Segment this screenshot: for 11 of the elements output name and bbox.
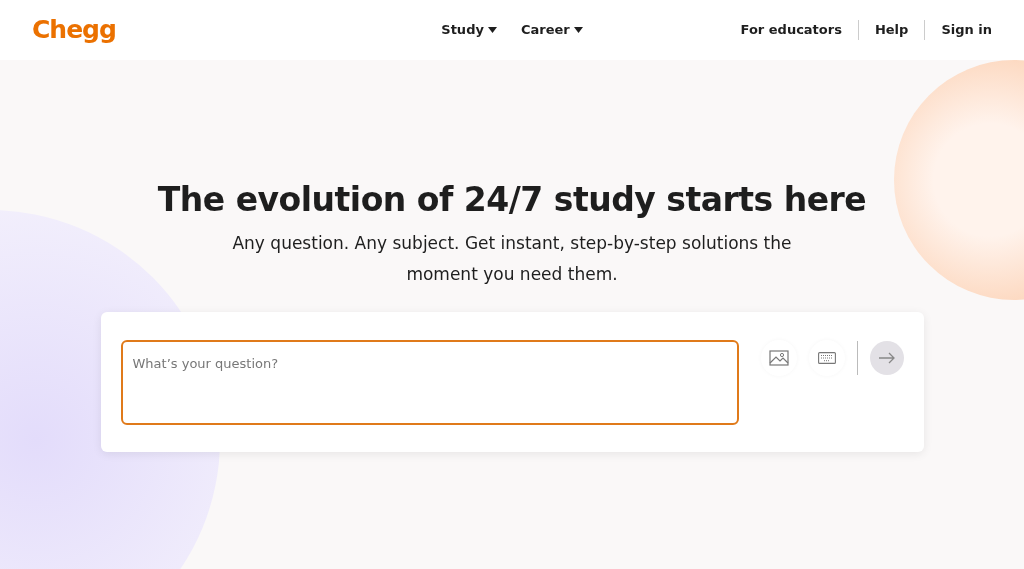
- header-link[interactable]: Sign in: [941, 20, 992, 40]
- header-link[interactable]: For educators: [740, 20, 842, 40]
- header-link[interactable]: Help: [874, 20, 909, 40]
- hero-title: The evolution of 24/7 study starts here: [156, 180, 868, 220]
- keyboard-icon: [817, 351, 836, 364]
- nav-menu-button[interactable]: Study: [441, 20, 497, 40]
- hero-subtitle: Any question. Any subject. Get instant, step-by-step solutions the moment you need them.: [231, 231, 793, 286]
- question-field[interactable]: What’s your question?: [120, 339, 739, 425]
- image-icon: [768, 349, 789, 366]
- nav-menu-button[interactable]: Career: [520, 20, 583, 40]
- arrow-right-icon: [877, 351, 896, 364]
